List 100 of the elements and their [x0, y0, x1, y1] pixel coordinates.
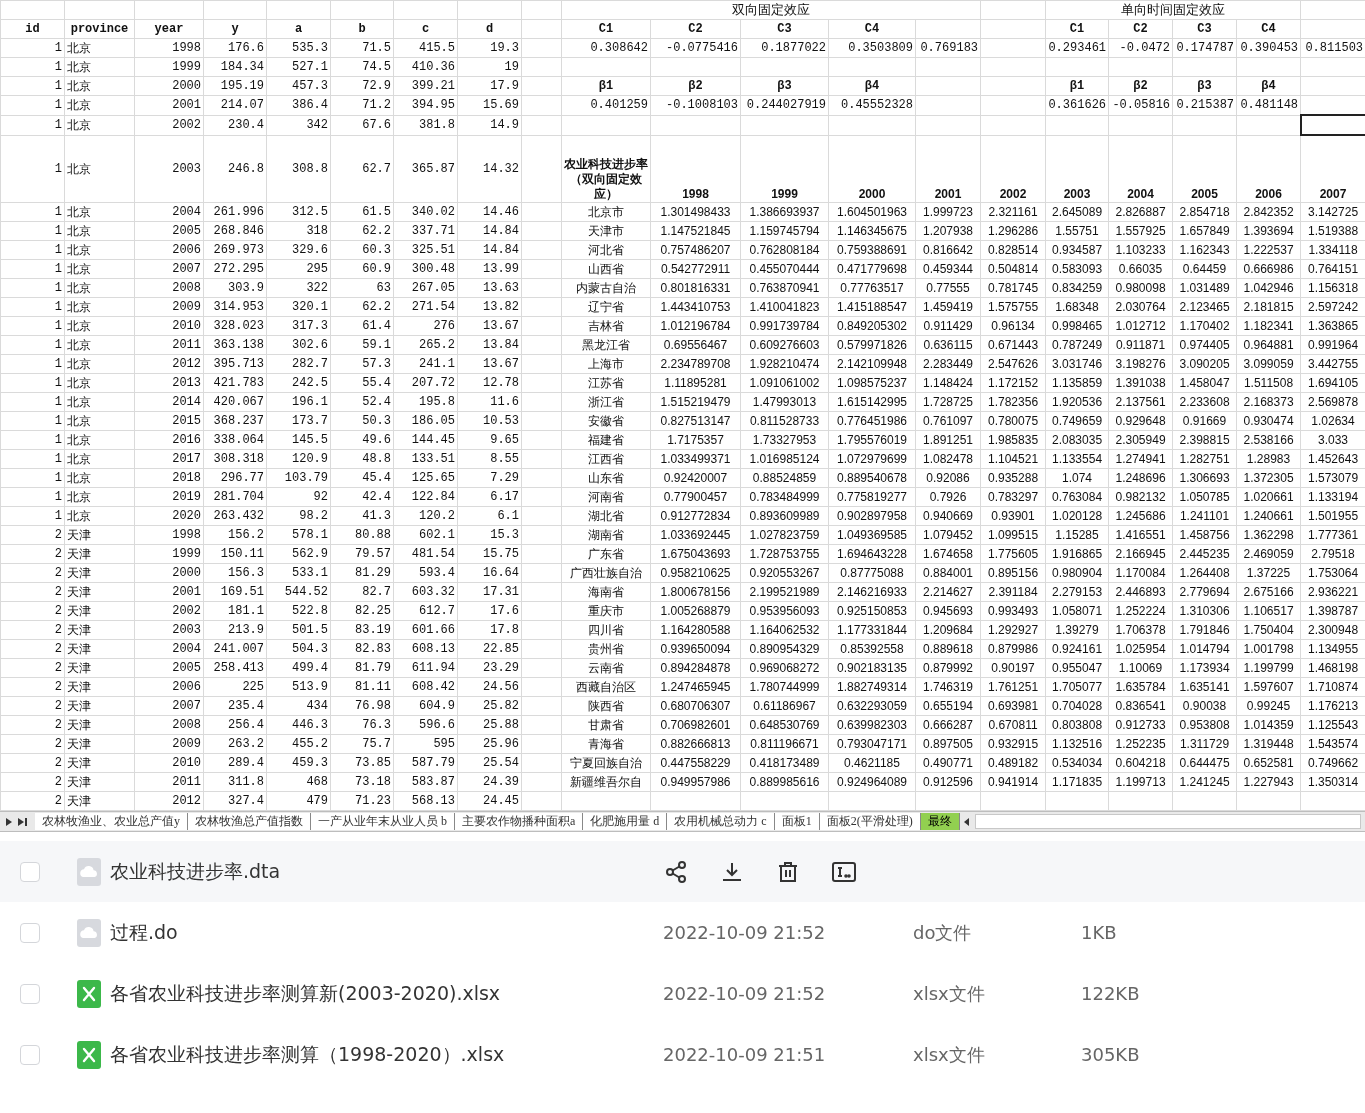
- file-name[interactable]: 各省农业科技进步率测算新(2003-2020).xlsx: [110, 980, 663, 1007]
- row-header: 重庆市: [561, 601, 651, 621]
- table-cell: 1.147521845: [650, 221, 741, 241]
- column-header: d: [457, 19, 522, 39]
- table-cell: 2.283449: [915, 354, 981, 374]
- row-header: 山西省: [561, 259, 651, 279]
- table-cell: 1.177331844: [828, 620, 916, 640]
- table-cell: 2.305949: [1108, 430, 1173, 450]
- sheet-tab[interactable]: 面板2(平滑处理): [819, 813, 921, 830]
- table-cell: 25.96: [457, 734, 522, 754]
- file-name[interactable]: 农业科技进步率.dta: [110, 858, 663, 885]
- table-cell: 1: [0, 135, 65, 203]
- table-cell: 1.306693: [1172, 468, 1237, 488]
- modified-date: 2022-10-09 21:51: [663, 1044, 827, 1065]
- table-cell: 0.780075: [980, 411, 1046, 431]
- table-cell: 2.142109948: [828, 354, 916, 374]
- table-cell: 0.7926: [915, 487, 981, 507]
- sheet-tab[interactable]: 最终: [920, 813, 960, 830]
- table-cell: 北京: [64, 259, 135, 279]
- table-cell: 0.982132: [1108, 487, 1173, 507]
- next-sheet-icon[interactable]: [6, 817, 12, 826]
- table-cell: 2.233608: [1172, 392, 1237, 412]
- table-cell: 6.17: [457, 487, 522, 507]
- sheet-tab[interactable]: 农林牧渔业、农业总产值y: [35, 813, 188, 830]
- table-cell: 1.795576019: [828, 430, 916, 450]
- file-name[interactable]: 各省农业科技进步率测算（1998-2020）.xlsx: [110, 1041, 663, 1068]
- checkbox[interactable]: [20, 983, 40, 1004]
- table-cell: 0.66035: [1108, 259, 1173, 279]
- table-cell: 0.3503809: [828, 38, 916, 58]
- table-cell: 14.84: [457, 221, 522, 241]
- checkbox[interactable]: [20, 1044, 40, 1065]
- table-cell: 1.73327953: [740, 430, 829, 450]
- share-button[interactable]: [663, 858, 689, 885]
- table-cell: 1: [0, 316, 65, 336]
- table-cell: -0.0472: [1108, 38, 1173, 58]
- table-cell: 2: [0, 715, 65, 735]
- table-cell: 1.027823759: [740, 525, 829, 545]
- table-cell: 75.7: [330, 734, 394, 754]
- table-cell: 2: [0, 677, 65, 697]
- column-header: 2001: [915, 135, 981, 203]
- table-cell: 0.632293059: [828, 696, 916, 716]
- section-title: 单向时间固定效应: [1045, 0, 1301, 20]
- section-title: 双向固定效应: [561, 0, 981, 20]
- table-cell: 1.182341: [1236, 316, 1301, 336]
- row-header: 云南省: [561, 658, 651, 678]
- table-cell: 0.680706307: [650, 696, 741, 716]
- table-cell: 45.4: [330, 468, 394, 488]
- table-cell: 15.75: [457, 544, 522, 564]
- table-cell: 2007: [134, 259, 204, 279]
- table-cell: 457.3: [266, 76, 331, 96]
- table-cell: 0.849205302: [828, 316, 916, 336]
- row-header: 贵州省: [561, 639, 651, 659]
- blank-cell[interactable]: [1300, 115, 1365, 135]
- sheet-tab[interactable]: 化肥施用量 d: [583, 813, 668, 830]
- table-cell: 天津: [64, 563, 135, 583]
- table-cell: 1.657849: [1172, 221, 1237, 241]
- sheet-tab[interactable]: 面板1: [774, 813, 820, 830]
- table-cell: 176.6: [203, 38, 267, 58]
- table-cell: 1.458756: [1172, 525, 1237, 545]
- table-cell: 60.9: [330, 259, 394, 279]
- table-cell: 0.763084: [1045, 487, 1109, 507]
- table-cell: 2009: [134, 734, 204, 754]
- table-cell: 1.148424: [915, 373, 981, 393]
- table-cell: 1.171835: [1045, 772, 1109, 792]
- sheet-tab[interactable]: 主要农作物播种面积a: [455, 813, 584, 830]
- checkbox[interactable]: [20, 861, 40, 882]
- table-cell: 0.902183135: [828, 658, 916, 678]
- table-cell: 0.827513147: [650, 411, 741, 431]
- table-cell: 1.241101: [1172, 506, 1237, 526]
- table-cell: 1.750404: [1236, 620, 1301, 640]
- table-cell: 1.020128: [1045, 506, 1109, 526]
- table-cell: 1.252224: [1108, 601, 1173, 621]
- table-cell: 0.64459: [1172, 259, 1237, 279]
- table-cell: 2017: [134, 449, 204, 469]
- file-name[interactable]: 过程.do: [110, 919, 663, 946]
- checkbox[interactable]: [20, 922, 40, 943]
- last-sheet-icon[interactable]: [18, 817, 27, 826]
- row-header: 广东省: [561, 544, 651, 564]
- horizontal-scrollbar[interactable]: [974, 814, 1361, 829]
- file-row[interactable]: 农业科技进步率.dta: [0, 841, 1365, 902]
- file-row[interactable]: 各省农业科技进步率测算新(2003-2020).xlsx 2022-10-09 21:52 xlsx文件 122KB: [0, 963, 1365, 1024]
- table-cell: 2.199521989: [740, 582, 829, 602]
- table-cell: 1.241245: [1172, 772, 1237, 792]
- table-cell: 2011: [134, 772, 204, 792]
- sheet-tab[interactable]: 农用机械总动力 c: [667, 813, 775, 830]
- table-cell: 天津: [64, 525, 135, 545]
- table-cell: 2.538166: [1236, 430, 1301, 450]
- sheet-tab[interactable]: 农林牧渔总产值指数: [188, 813, 311, 830]
- table-cell: 1.575755: [980, 297, 1046, 317]
- table-cell: 1.020661: [1236, 487, 1301, 507]
- table-cell: 2004: [134, 639, 204, 659]
- table-cell: 1.240661: [1236, 506, 1301, 526]
- spreadsheet-file-icon: [76, 1039, 102, 1070]
- file-row[interactable]: 过程.do 2022-10-09 21:52 do文件 1KB: [0, 902, 1365, 963]
- table-cell: 13.63: [457, 278, 522, 298]
- table-cell: 1.39279: [1045, 620, 1109, 640]
- file-row[interactable]: 各省农业科技进步率测算（1998-2020）.xlsx 2022-10-09 21:51 xlsx文件 305KB: [0, 1024, 1365, 1085]
- scroll-left-icon[interactable]: [963, 817, 969, 826]
- sheet-tab[interactable]: 一产从业年末从业人员 b: [311, 813, 455, 830]
- table-cell: 420.067: [203, 392, 267, 412]
